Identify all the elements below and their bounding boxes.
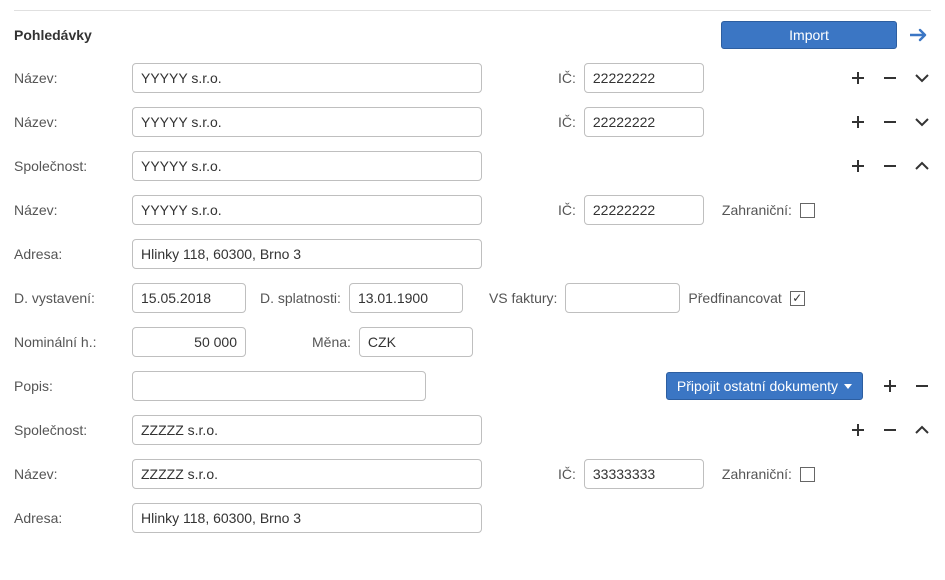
minus-icon[interactable] [881,157,899,175]
nominal-input[interactable] [132,327,246,357]
page-title: Pohledávky [14,27,92,43]
popis-input[interactable] [132,371,426,401]
nazev-input [132,63,482,93]
minus-icon[interactable] [913,377,931,395]
ic-label: IČ: [558,466,576,482]
mena-input [359,327,473,357]
nazev-label: Název: [14,114,132,130]
top-divider [14,10,931,11]
ic-label: IČ: [558,202,576,218]
chevron-up-icon[interactable] [913,421,931,439]
dates-row: D. vystavení: D. splatnosti: VS faktury:… [14,283,931,313]
chevron-down-icon[interactable] [913,113,931,131]
company-row: Společnost: [14,151,931,181]
nazev-label: Název: [14,70,132,86]
plus-icon[interactable] [849,113,867,131]
plus-icon[interactable] [849,421,867,439]
spolecnost-input[interactable] [132,415,482,445]
spolecnost-label: Společnost: [14,158,132,174]
header-row: Pohledávky Import [14,21,931,49]
address-row: Adresa: [14,239,931,269]
nazev-input [132,195,482,225]
export-arrow-icon[interactable] [909,24,931,46]
chevron-up-icon[interactable] [913,157,931,175]
vs-label: VS faktury: [489,290,557,306]
d-vystaveni-input[interactable] [132,283,246,313]
nominal-label: Nominální h.: [14,334,132,350]
company-detail-row: Název: IČ: Zahraniční: [14,195,931,225]
ic-input [584,195,704,225]
predfin-label: Předfinancovat [688,290,781,306]
zahranicni-label: Zahraniční: [722,466,792,482]
company-row: Společnost: [14,415,931,445]
receivable-row: Název: IČ: [14,107,931,137]
attach-documents-label: Připojit ostatní dokumenty [677,378,838,394]
ic-input [584,63,704,93]
address-row: Adresa: [14,503,931,533]
plus-icon[interactable] [849,69,867,87]
import-button[interactable]: Import [721,21,897,49]
zahranicni-checkbox[interactable] [800,467,815,482]
popis-row: Popis: Připojit ostatní dokumenty [14,371,931,401]
zahranicni-label: Zahraniční: [722,202,792,218]
zahranicni-checkbox[interactable] [800,203,815,218]
ic-input [584,107,704,137]
minus-icon[interactable] [881,69,899,87]
adresa-label: Adresa: [14,510,132,526]
d-vystaveni-label: D. vystavení: [14,290,132,306]
plus-icon[interactable] [881,377,899,395]
popis-label: Popis: [14,378,132,394]
company-detail-row: Název: IČ: Zahraniční: [14,459,931,489]
vs-input[interactable] [565,283,680,313]
minus-icon[interactable] [881,421,899,439]
nazev-input [132,459,482,489]
adresa-input [132,239,482,269]
predfin-checkbox[interactable]: ✓ [790,291,805,306]
ic-label: IČ: [558,114,576,130]
mena-label: Měna: [312,334,351,350]
d-splatnosti-input[interactable] [349,283,463,313]
spolecnost-label: Společnost: [14,422,132,438]
nazev-label: Název: [14,466,132,482]
receivable-row: Název: IČ: [14,63,931,93]
adresa-label: Adresa: [14,246,132,262]
nazev-label: Název: [14,202,132,218]
attach-documents-button[interactable]: Připojit ostatní dokumenty [666,372,863,400]
nominal-row: Nominální h.: Měna: [14,327,931,357]
plus-icon[interactable] [849,157,867,175]
ic-input [584,459,704,489]
spolecnost-input[interactable] [132,151,482,181]
adresa-input [132,503,482,533]
dropdown-triangle-icon [844,384,852,389]
nazev-input [132,107,482,137]
ic-label: IČ: [558,70,576,86]
d-splatnosti-label: D. splatnosti: [260,290,341,306]
minus-icon[interactable] [881,113,899,131]
chevron-down-icon[interactable] [913,69,931,87]
